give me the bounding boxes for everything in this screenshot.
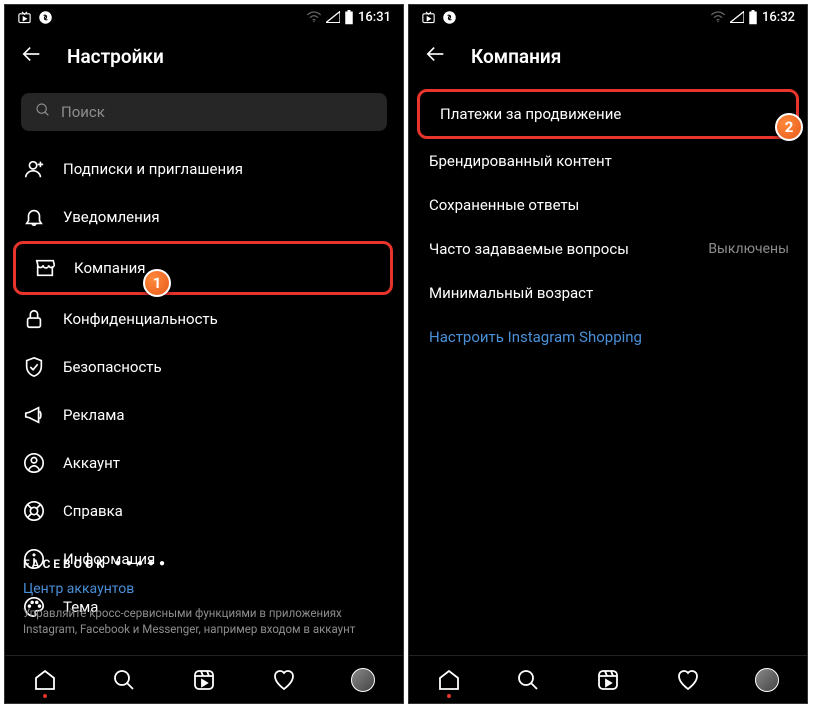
- nav-search[interactable]: [112, 668, 136, 692]
- footer-section: FACEBOOK ● ● ● ● ● Центр аккаунтов Управ…: [5, 557, 403, 651]
- status-bar: 16:32: [409, 5, 807, 29]
- wifi-icon: [710, 11, 726, 23]
- menu-ads[interactable]: Реклама: [5, 391, 403, 439]
- menu-privacy[interactable]: Конфиденциальность: [5, 295, 403, 343]
- shield-icon: [23, 356, 45, 378]
- menu-trail: Выключены: [708, 241, 789, 257]
- menu-label: Аккаунт: [63, 454, 385, 472]
- menu-shopping-setup[interactable]: Настроить Instagram Shopping: [409, 315, 807, 359]
- wifi-icon: [306, 11, 322, 23]
- search-icon: [35, 102, 51, 122]
- menu-label: Компания: [74, 259, 372, 277]
- person-add-icon: [23, 158, 45, 180]
- menu-branded-content[interactable]: Брендированный контент: [409, 139, 807, 183]
- status-time: 16:32: [762, 10, 795, 25]
- status-bar: 16:31: [5, 5, 403, 29]
- search-input[interactable]: Поиск: [21, 93, 387, 131]
- menu-subscriptions[interactable]: Подписки и приглашения: [5, 145, 403, 193]
- signal-icon: [730, 11, 744, 23]
- status-time: 16:31: [358, 10, 391, 25]
- whatsapp-icon: ●: [148, 558, 154, 569]
- lifebuoy-icon: [23, 500, 45, 522]
- search-placeholder: Поиск: [61, 103, 105, 121]
- nav-home[interactable]: [437, 668, 461, 692]
- menu-security[interactable]: Безопасность: [5, 343, 403, 391]
- bottom-nav: [409, 655, 807, 703]
- menu-account[interactable]: Аккаунт: [5, 439, 403, 487]
- user-icon: [23, 452, 45, 474]
- menu-label: Брендированный контент: [429, 152, 789, 170]
- nav-search[interactable]: [516, 668, 540, 692]
- phone-left-settings: 16:31 Настройки Поиск Подписки и приглаш…: [4, 4, 404, 704]
- nav-profile[interactable]: [755, 668, 779, 692]
- menu-label: Сохраненные ответы: [429, 196, 789, 214]
- menu-saved-replies[interactable]: Сохраненные ответы: [409, 183, 807, 227]
- header: Настройки: [5, 29, 403, 83]
- signal-icon: [326, 11, 340, 23]
- shazam-icon: [38, 10, 53, 25]
- megaphone-icon: [23, 404, 45, 426]
- store-icon: [34, 257, 56, 279]
- nav-activity[interactable]: [272, 668, 296, 692]
- footer-description: Управляйте кросс-сервисными функциями в …: [23, 605, 385, 637]
- media-icon: [421, 10, 436, 25]
- shazam-icon: [442, 10, 457, 25]
- menu-label: Минимальный возраст: [429, 284, 789, 302]
- menu-label: Справка: [63, 502, 385, 520]
- menu-faq[interactable]: Часто задаваемые вопросы Выключены: [409, 227, 807, 271]
- bottom-nav: [5, 655, 403, 703]
- messenger-icon: ●: [126, 558, 132, 569]
- accounts-center-link[interactable]: Центр аккаунтов: [23, 581, 385, 597]
- menu-label: Конфиденциальность: [63, 310, 385, 328]
- media-icon: [17, 10, 32, 25]
- menu-help[interactable]: Справка: [5, 487, 403, 535]
- menu-label: Часто задаваемые вопросы: [429, 240, 690, 258]
- phone-right-company: 16:32 Компания Платежи за продвижение 2 …: [408, 4, 808, 704]
- page-title: Настройки: [67, 45, 164, 68]
- callout-2: 2: [775, 113, 803, 141]
- company-menu: Платежи за продвижение 2 Брендированный …: [409, 89, 807, 359]
- menu-label: Безопасность: [63, 358, 385, 376]
- header: Компания: [409, 29, 807, 83]
- bell-icon: [23, 206, 45, 228]
- menu-notifications[interactable]: Уведомления: [5, 193, 403, 241]
- menu-label: Реклама: [63, 406, 385, 424]
- menu-company[interactable]: Компания: [13, 241, 393, 295]
- back-arrow-icon[interactable]: [425, 43, 447, 69]
- page-title: Компания: [471, 45, 561, 68]
- callout-1: 1: [143, 269, 171, 297]
- menu-label: Уведомления: [63, 208, 385, 226]
- oculus-icon: ●: [159, 558, 165, 569]
- battery-icon: [344, 10, 354, 25]
- menu-label: Платежи за продвижение: [440, 105, 778, 123]
- nav-reels[interactable]: [596, 668, 620, 692]
- facebook-brand: FACEBOOK ● ● ● ● ●: [23, 557, 385, 571]
- battery-icon: [748, 10, 758, 25]
- avatar-icon: [351, 668, 375, 692]
- fb-icon: ●: [115, 558, 121, 569]
- menu-label: Подписки и приглашения: [63, 160, 385, 178]
- menu-label: Настроить Instagram Shopping: [429, 328, 789, 346]
- menu-promotion-payments[interactable]: Платежи за продвижение: [417, 89, 799, 139]
- back-arrow-icon[interactable]: [21, 43, 43, 69]
- instagram-icon: ●: [137, 558, 143, 569]
- menu-min-age[interactable]: Минимальный возраст: [409, 271, 807, 315]
- nav-profile[interactable]: [351, 668, 375, 692]
- lock-icon: [23, 308, 45, 330]
- nav-home[interactable]: [33, 668, 57, 692]
- nav-reels[interactable]: [192, 668, 216, 692]
- nav-activity[interactable]: [676, 668, 700, 692]
- avatar-icon: [755, 668, 779, 692]
